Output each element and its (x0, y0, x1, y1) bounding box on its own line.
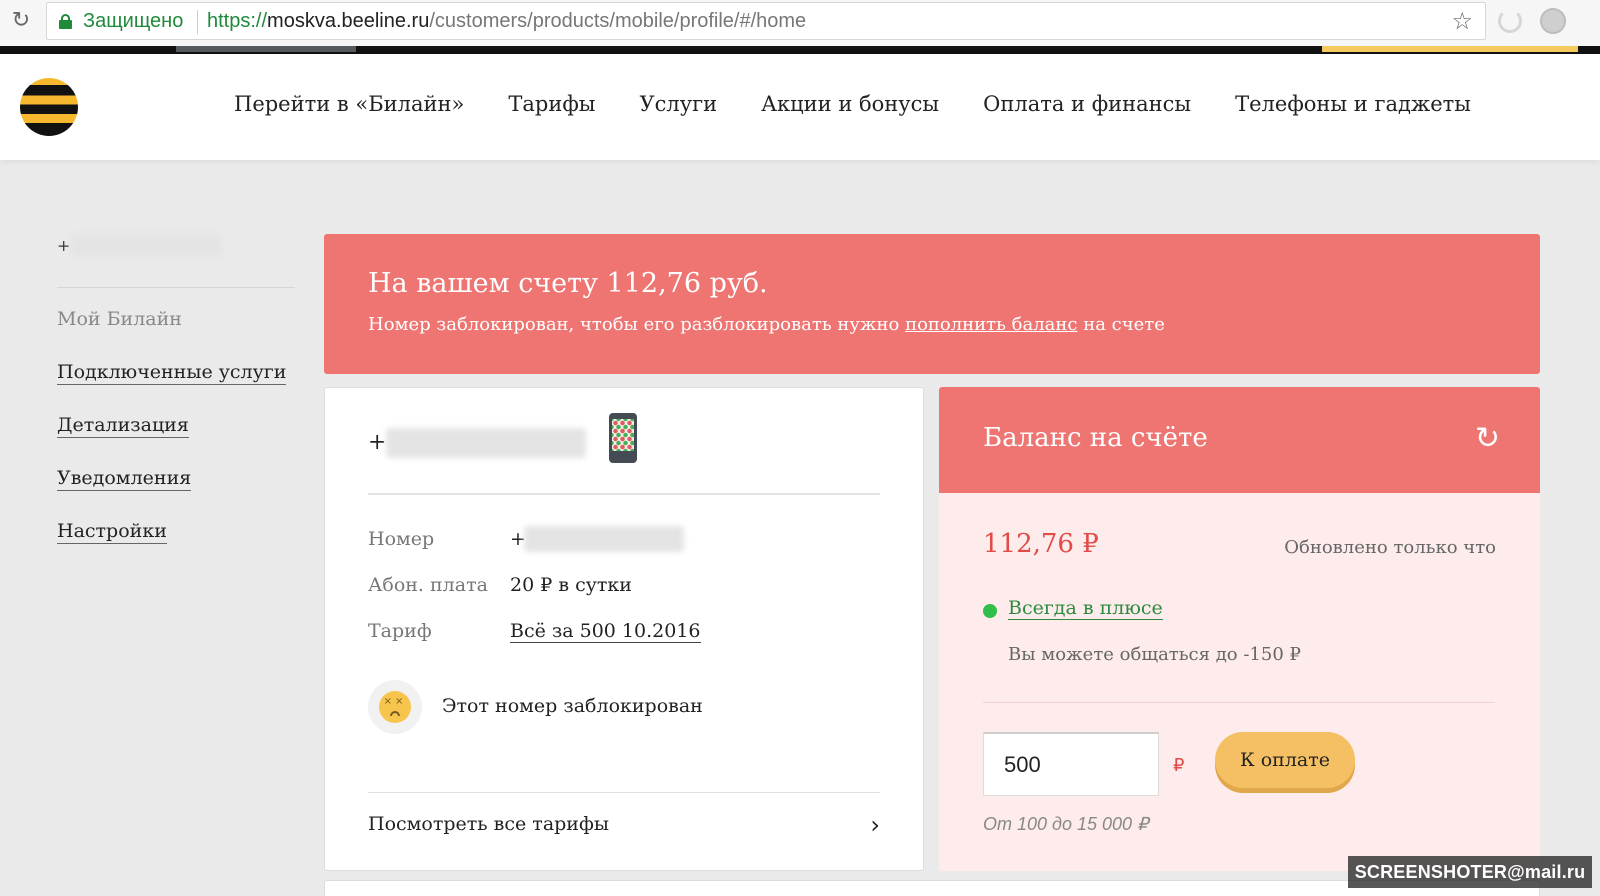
phone-prefix: + (57, 236, 71, 255)
main-nav: Перейти в «Билайн» Тарифы Услуги Акции и… (234, 92, 1471, 116)
card-divider (368, 792, 880, 793)
balance-title: Баланс на счёте (983, 423, 1208, 453)
lock-icon (59, 14, 72, 29)
screenshot-watermark: SCREENSHOTER@mail.ru (1348, 856, 1592, 888)
number-value: + (510, 526, 684, 552)
tariff-value-wrapper: Всё за 500 10.2016 (510, 620, 701, 643)
number-label: Номер (368, 528, 435, 550)
all-tariffs-label: Посмотреть все тарифы (368, 813, 609, 835)
amount-range-hint: От 100 до 15 000 ₽ (983, 814, 1149, 834)
secure-label: Защищено (83, 10, 184, 32)
sidebar-item-notifications-wrapper: Уведомления (57, 467, 286, 520)
number-card: + Номер + Абон. плата 20 ₽ в сутки Тариф… (324, 387, 924, 871)
refresh-icon[interactable]: ↻ (1475, 421, 1500, 456)
sad-face-icon: ×× (368, 680, 422, 734)
credit-limit-text: Вы можете общаться до -150 ₽ (1008, 644, 1301, 665)
address-separator (197, 10, 198, 34)
reload-icon[interactable]: ↻ (6, 6, 36, 36)
redacted-phone (386, 428, 586, 458)
browser-toolbar: ↻ Защищено https://moskva.beeline.ru/cus… (0, 0, 1600, 46)
bookmark-star-icon[interactable]: ☆ (1451, 7, 1473, 35)
nav-item-promotions[interactable]: Акции и бонусы (761, 92, 939, 116)
tab-indicator (176, 46, 356, 52)
balance-divider (983, 702, 1495, 703)
beeline-logo-icon[interactable] (20, 78, 78, 136)
sidebar: + Мой Билайн Подключенные услуги Детализ… (57, 232, 295, 544)
currency-sign: ₽ (1173, 755, 1185, 776)
updated-status: Обновлено только что (1284, 537, 1496, 558)
pay-button[interactable]: К оплате (1215, 732, 1355, 788)
blocked-alert: На вашем счету 112,76 руб. Номер заблоки… (324, 234, 1540, 374)
smartphone-icon (609, 413, 637, 463)
balance-amount: 112,76 ₽ (983, 529, 1099, 559)
nav-item-payment[interactable]: Оплата и финансы (983, 92, 1191, 116)
sidebar-item-notifications[interactable]: Уведомления (57, 467, 192, 491)
fee-value: 20 ₽ в сутки (510, 574, 632, 596)
sidebar-item-my-beeline[interactable]: Мой Билайн (57, 308, 286, 361)
alert-text: Номер заблокирован, чтобы его разблокиро… (368, 314, 1165, 335)
sidebar-item-settings[interactable]: Настройки (57, 520, 167, 544)
card-divider (368, 493, 880, 495)
sidebar-menu: Мой Билайн Подключенные услуги Детализац… (57, 308, 287, 573)
sidebar-item-details-wrapper: Детализация (57, 414, 286, 467)
tariff-link[interactable]: Всё за 500 10.2016 (510, 620, 701, 643)
nav-item-tariffs[interactable]: Тарифы (508, 92, 595, 116)
site-header: Перейти в «Билайн» Тарифы Услуги Акции и… (0, 54, 1600, 160)
redacted-phone (524, 526, 684, 552)
balance-header: Баланс на счёте ↻ (939, 387, 1540, 493)
balance-card: Баланс на счёте ↻ 112,76 ₽ Обновлено тол… (939, 387, 1540, 871)
url-host: moskva.beeline.ru (267, 10, 430, 32)
sidebar-phone-number: + (57, 232, 295, 260)
alert-text-after: на счете (1083, 314, 1165, 335)
nav-item-phones[interactable]: Телефоны и гаджеты (1235, 92, 1471, 116)
url-path: /customers/products/mobile/profile/#/hom… (429, 10, 807, 32)
sidebar-divider (57, 287, 295, 288)
blocked-status-text: Этот номер заблокирован (442, 695, 703, 717)
sidebar-item-details[interactable]: Детализация (57, 414, 189, 438)
phone-prefix: + (368, 430, 387, 455)
tab-indicator-accent (1322, 46, 1578, 52)
address-bar[interactable]: Защищено https://moskva.beeline.ru/custo… (46, 2, 1486, 40)
globe-icon[interactable] (1540, 8, 1566, 34)
fee-label: Абон. плата (368, 574, 488, 596)
sidebar-item-settings-wrapper: Настройки (57, 520, 286, 573)
url-scheme: https:// (207, 10, 268, 32)
url-text[interactable]: https://moskva.beeline.ru/customers/prod… (207, 10, 806, 33)
sidebar-item-services[interactable]: Подключенные услуги (57, 361, 287, 385)
extension-icon[interactable] (1498, 9, 1522, 33)
payment-amount-input[interactable] (983, 732, 1159, 796)
status-dot-icon (983, 604, 997, 618)
top-up-link[interactable]: пополнить баланс (905, 314, 1077, 335)
tariff-label: Тариф (368, 620, 432, 642)
always-plus-link[interactable]: Всегда в плюсе (1008, 597, 1163, 620)
nav-item-services[interactable]: Услуги (640, 92, 718, 116)
nav-item-beeline[interactable]: Перейти в «Билайн» (234, 92, 464, 116)
redacted-phone (71, 234, 221, 256)
sidebar-item-services-wrapper: Подключенные услуги (57, 361, 287, 414)
chevron-right-icon: › (870, 811, 880, 839)
alert-title: На вашем счету 112,76 руб. (368, 268, 768, 299)
tab-strip-bar (0, 46, 1600, 54)
all-tariffs-link[interactable]: Посмотреть все тарифы › (368, 811, 880, 847)
alert-text-before: Номер заблокирован, чтобы его разблокиро… (368, 314, 900, 335)
